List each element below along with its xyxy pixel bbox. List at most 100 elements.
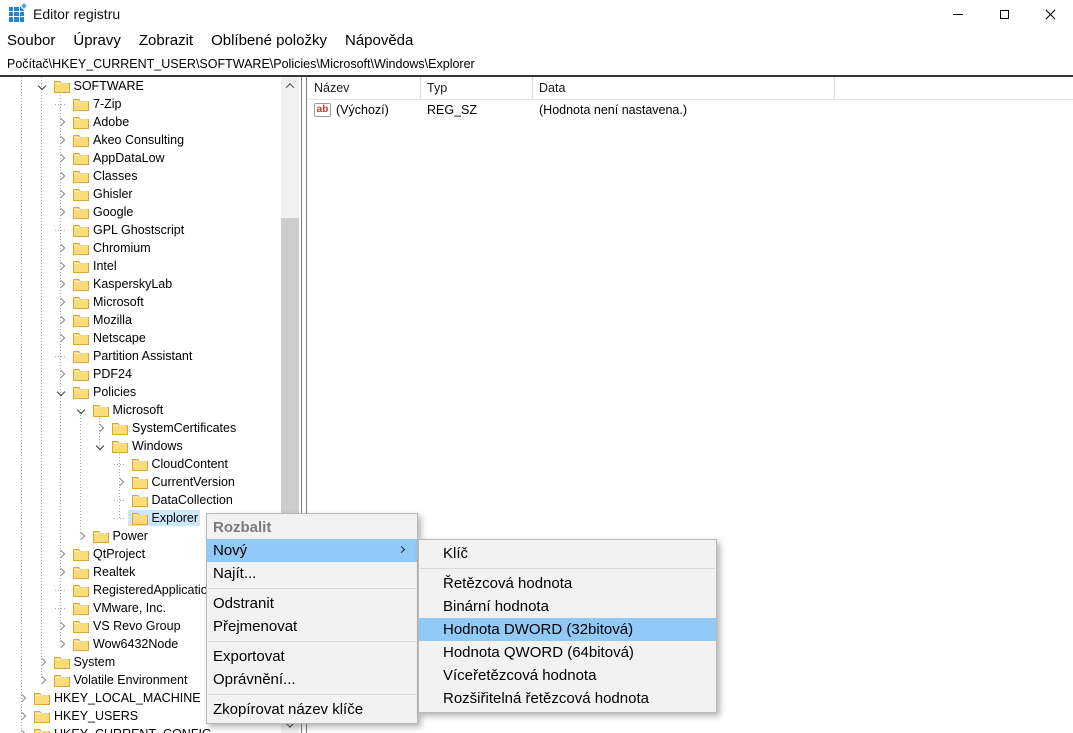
address-bar[interactable]: Počítač\HKEY_CURRENT_USER\SOFTWARE\Polic… — [0, 53, 1073, 75]
tree-item-google[interactable]: Google — [0, 203, 281, 221]
list-header: Název Typ Data — [308, 77, 1073, 100]
folder-icon — [34, 710, 50, 723]
menu-item-hodnota-dword-32bitova[interactable]: Hodnota DWORD (32bitová) — [419, 618, 716, 641]
tree-connector — [114, 500, 126, 501]
expand-toggle[interactable] — [14, 690, 30, 706]
folder-icon — [73, 584, 89, 597]
menubar-item-upravy[interactable]: Úpravy — [64, 32, 130, 49]
menu-item-klic[interactable]: Klíč — [419, 542, 716, 565]
chevron-right-icon — [76, 532, 84, 540]
chevron-right-icon — [18, 694, 26, 702]
tree-item-7-zip[interactable]: 7-Zip — [0, 95, 281, 113]
tree-item-microsoft[interactable]: Microsoft — [0, 401, 281, 419]
scroll-up-button[interactable] — [281, 77, 299, 94]
menu-item-prejmenovat[interactable]: Přejmenovat — [207, 615, 417, 638]
menu-item-novy[interactable]: Nový — [207, 539, 417, 562]
expand-toggle[interactable] — [92, 438, 108, 454]
tree-item-label: Intel — [93, 259, 117, 273]
menu-item-exportovat[interactable]: Exportovat — [207, 645, 417, 668]
expand-toggle[interactable] — [53, 366, 69, 382]
tree-item-kasperskylab[interactable]: KasperskyLab — [0, 275, 281, 293]
tree-item-windows[interactable]: Windows — [0, 437, 281, 455]
menu-item-rozbalit[interactable]: Rozbalit — [207, 516, 417, 539]
expand-toggle[interactable] — [53, 204, 69, 220]
menu-item-viceretezcova-hodnota[interactable]: Víceřetězcová hodnota — [419, 664, 716, 687]
tree-item-partition-assistant[interactable]: Partition Assistant — [0, 347, 281, 365]
tree-item-label: System — [74, 655, 116, 669]
tree-item-cloudcontent[interactable]: CloudContent — [0, 455, 281, 473]
column-header-type[interactable]: Typ — [421, 77, 533, 99]
menubar-item-zobrazit[interactable]: Zobrazit — [130, 32, 202, 49]
tree-item-ghisler[interactable]: Ghisler — [0, 185, 281, 203]
expand-toggle[interactable] — [53, 168, 69, 184]
expand-toggle[interactable] — [53, 150, 69, 166]
value-row-default[interactable]: ab (Výchozí) REG_SZ (Hodnota není nastav… — [308, 100, 1073, 120]
tree-item-currentversion[interactable]: CurrentVersion — [0, 473, 281, 491]
menu-item-rozsiritelna-retezcova-hodnota[interactable]: Rozšiřitelná řetězcová hodnota — [419, 687, 716, 710]
expand-toggle[interactable] — [14, 708, 30, 724]
menu-item-zkopirovat-nazev-klice[interactable]: Zkopírovat název klíče — [207, 698, 417, 721]
menubar-item-soubor[interactable]: Soubor — [0, 32, 64, 49]
tree-item-intel[interactable]: Intel — [0, 257, 281, 275]
tree-item-akeo-consulting[interactable]: Akeo Consulting — [0, 131, 281, 149]
tree-item-adobe[interactable]: Adobe — [0, 113, 281, 131]
expand-toggle[interactable] — [112, 474, 128, 490]
tree-item-classes[interactable]: Classes — [0, 167, 281, 185]
expand-toggle[interactable] — [53, 312, 69, 328]
tree-item-datacollection[interactable]: DataCollection — [0, 491, 281, 509]
tree-item-software[interactable]: SOFTWARE — [0, 77, 281, 95]
tree-item-policies[interactable]: Policies — [0, 383, 281, 401]
expand-toggle[interactable] — [14, 726, 30, 733]
tree-item-label: Microsoft — [113, 403, 164, 417]
tree-item-chromium[interactable]: Chromium — [0, 239, 281, 257]
tree-item-gpl-ghostscript[interactable]: GPL Ghostscript — [0, 221, 281, 239]
column-header-data[interactable]: Data — [533, 77, 835, 99]
tree-item-pdf24[interactable]: PDF24 — [0, 365, 281, 383]
tree-item-systemcertificates[interactable]: SystemCertificates — [0, 419, 281, 437]
chevron-down-icon — [76, 406, 84, 414]
expand-toggle[interactable] — [53, 564, 69, 580]
folder-icon — [112, 422, 128, 435]
minimize-button[interactable] — [935, 0, 981, 28]
maximize-button[interactable] — [981, 0, 1027, 28]
expand-toggle[interactable] — [34, 672, 50, 688]
expand-toggle[interactable] — [53, 258, 69, 274]
column-header-name[interactable]: Název — [308, 77, 421, 99]
expand-toggle[interactable] — [53, 132, 69, 148]
expand-toggle[interactable] — [34, 78, 50, 94]
menu-item-odstranit[interactable]: Odstranit — [207, 592, 417, 615]
expand-toggle — [53, 96, 69, 112]
expand-toggle[interactable] — [53, 294, 69, 310]
menu-item-opravneni[interactable]: Oprávnění... — [207, 668, 417, 691]
expand-toggle[interactable] — [53, 618, 69, 634]
folder-icon — [73, 638, 89, 651]
expand-toggle[interactable] — [53, 636, 69, 652]
expand-toggle[interactable] — [53, 114, 69, 130]
tree-connector — [114, 518, 126, 519]
menu-item-binarni-hodnota[interactable]: Binární hodnota — [419, 595, 716, 618]
menu-item-hodnota-qword-64bitova[interactable]: Hodnota QWORD (64bitová) — [419, 641, 716, 664]
tree-item-body: DataCollection — [128, 492, 235, 508]
expand-toggle[interactable] — [73, 402, 89, 418]
menubar-item-napoveda[interactable]: Nápověda — [336, 32, 422, 49]
close-button[interactable] — [1027, 0, 1073, 28]
tree-item-microsoft[interactable]: Microsoft — [0, 293, 281, 311]
tree-item-appdatalow[interactable]: AppDataLow — [0, 149, 281, 167]
expand-toggle[interactable] — [53, 186, 69, 202]
expand-toggle[interactable] — [53, 546, 69, 562]
expand-toggle[interactable] — [53, 240, 69, 256]
tree-item-hkey-current-config[interactable]: HKEY_CURRENT_CONFIG — [0, 725, 281, 733]
tree-item-mozilla[interactable]: Mozilla — [0, 311, 281, 329]
expand-toggle[interactable] — [92, 420, 108, 436]
menubar-item-oblibene-polozky[interactable]: Oblíbené položky — [202, 32, 336, 49]
expand-toggle[interactable] — [53, 330, 69, 346]
expand-toggle[interactable] — [34, 654, 50, 670]
tree-item-netscape[interactable]: Netscape — [0, 329, 281, 347]
expand-toggle — [112, 492, 128, 508]
menu-item-retezcova-hodnota[interactable]: Řetězcová hodnota — [419, 572, 716, 595]
expand-toggle[interactable] — [53, 276, 69, 292]
folder-icon — [73, 602, 89, 615]
menu-item-najit[interactable]: Najít... — [207, 562, 417, 585]
expand-toggle[interactable] — [53, 384, 69, 400]
expand-toggle[interactable] — [73, 528, 89, 544]
